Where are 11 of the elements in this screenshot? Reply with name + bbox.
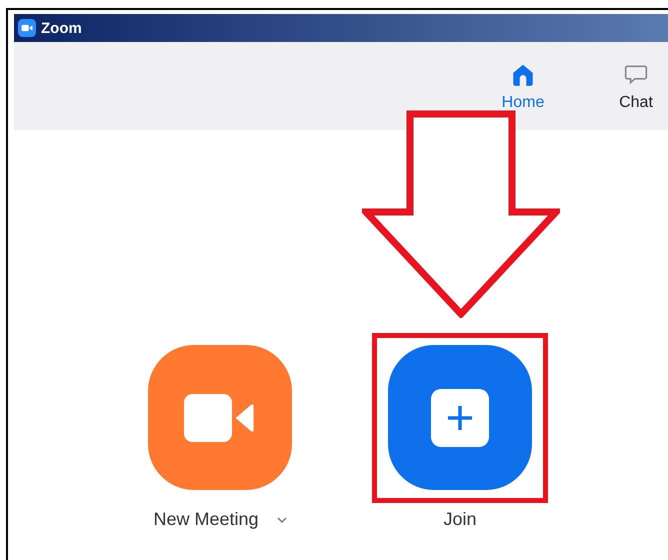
nav-tab[interactable]: Home	[493, 42, 553, 130]
video-camera-icon	[184, 394, 256, 442]
nav-tab[interactable]: Chat	[606, 42, 666, 130]
camera-icon	[18, 19, 36, 37]
action-label: New Meeting	[153, 509, 259, 530]
new-meeting-button[interactable]	[148, 345, 292, 490]
window-title: Zoom	[41, 20, 82, 36]
join-button[interactable]	[388, 345, 532, 490]
plus-icon	[431, 388, 489, 446]
action-label: Join	[443, 509, 477, 530]
caret-icon[interactable]	[276, 516, 287, 522]
